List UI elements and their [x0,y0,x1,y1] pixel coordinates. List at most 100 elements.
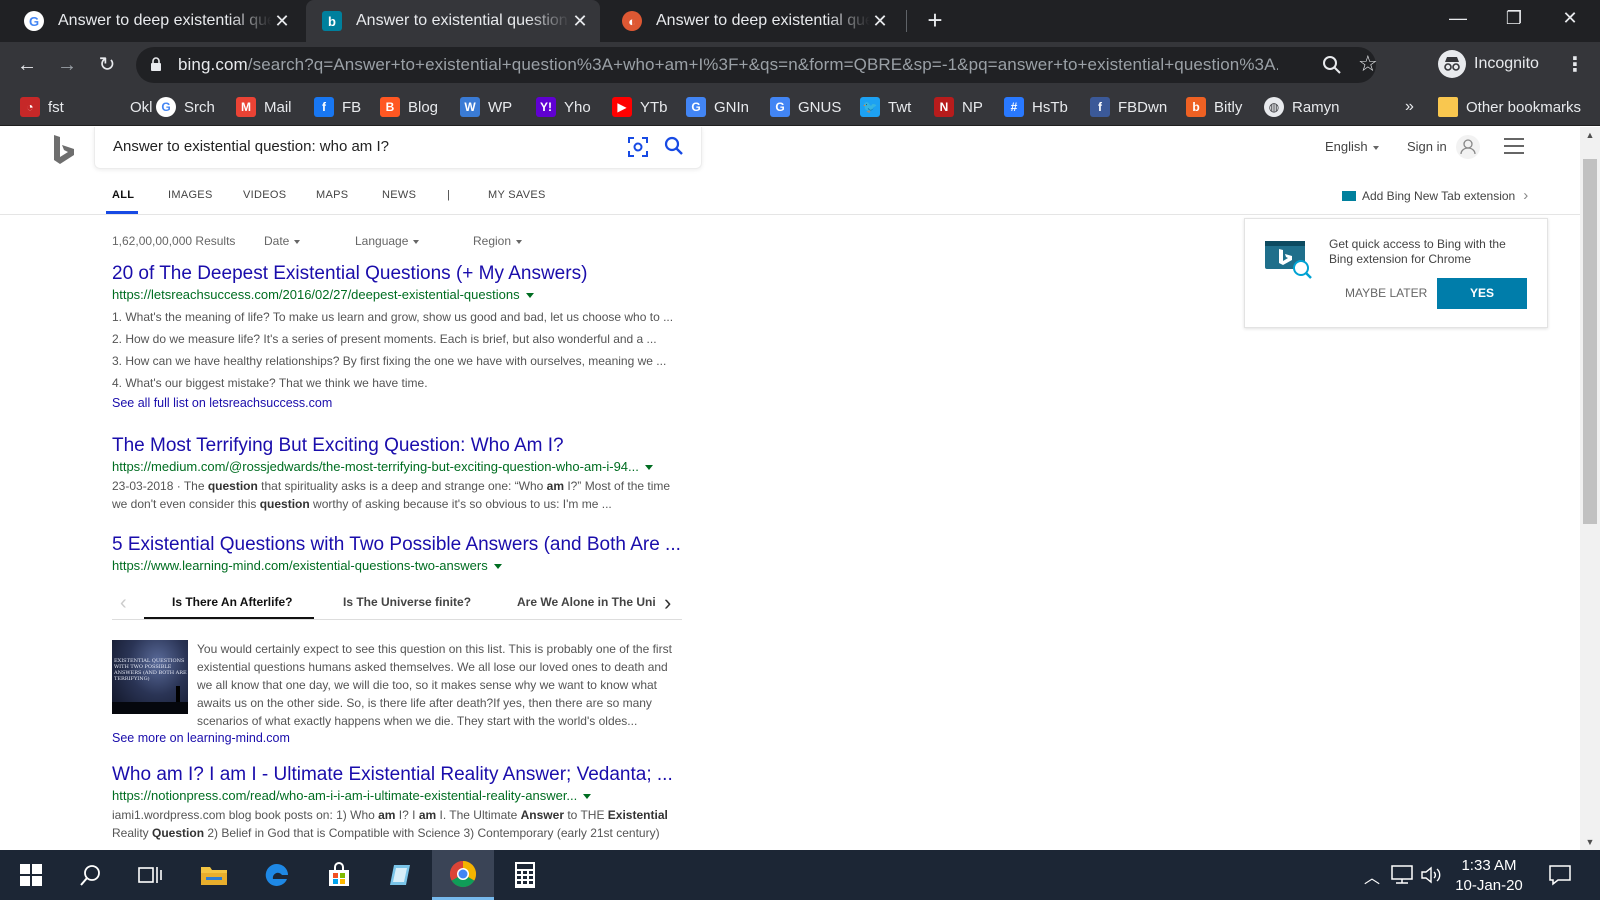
minimize-button[interactable]: — [1430,0,1486,42]
scope-all[interactable]: ALL [112,189,134,201]
hamburger-menu-icon[interactable] [1504,138,1524,159]
other-bookmarks-folder[interactable]: Other bookmarks [1438,96,1581,118]
bookmark-blog[interactable]: B Blog [380,96,438,118]
scroll-down-arrow-icon[interactable]: ▼ [1580,834,1600,850]
search-icon[interactable] [663,135,685,157]
scroll-up-arrow-icon[interactable]: ▲ [1580,127,1600,143]
menu-kebab-icon[interactable]: ⋮ [1560,50,1590,80]
maybe-later-button[interactable]: MAYBE LATER [1345,286,1427,300]
store-button[interactable] [308,850,370,900]
bookmark-mail[interactable]: M Mail [236,96,292,118]
restore-button[interactable]: ❐ [1486,0,1542,42]
bookmark-wp[interactable]: W WP [460,96,512,118]
result-url[interactable]: https://medium.com/@rossjedwards/the-mos… [112,459,653,474]
browser-tab[interactable]: G Answer to deep existential questi ✕ [8,0,302,42]
search-box[interactable]: Answer to existential question: who am I… [94,127,702,169]
system-clock[interactable]: 1:33 AM 10-Jan-20 [1446,856,1532,896]
question-tab[interactable]: Is There An Afterlife? [172,595,292,609]
forward-arrow-icon[interactable]: → [52,50,82,80]
close-tab-icon[interactable]: ✕ [570,11,590,32]
bookmark-np[interactable]: N NP [934,96,983,118]
result-thumbnail-image[interactable]: EXISTENTIAL QUESTIONS WITH TWO POSSIBLE … [112,640,188,714]
result-title-link[interactable]: 5 Existential Questions with Two Possibl… [112,534,681,556]
see-full-list-link[interactable]: See all full list on letsreachsuccess.co… [112,396,332,410]
task-view-icon [138,867,162,883]
address-bar[interactable]: bing.com/search?q=Answer+to+existential+… [136,47,1378,83]
scope-maps[interactable]: MAPS [316,189,348,201]
bing-extension-promo-icon [1265,241,1312,279]
blogger-icon: B [380,97,400,117]
incognito-indicator[interactable]: Incognito [1438,48,1539,80]
result-body-line: awaits us on the other side. So, is ther… [197,696,652,710]
scope-my-saves[interactable]: MY SAVES [488,189,546,201]
close-tab-icon[interactable]: ✕ [272,11,292,32]
bookmark-okl[interactable]: Okl [102,96,153,118]
zoom-search-icon[interactable] [1322,55,1342,75]
result-title-link[interactable]: Who am I? I am I - Ultimate Existential … [112,764,673,786]
close-window-button[interactable]: ✕ [1542,0,1598,42]
bookmark-ytb[interactable]: ▶ YTb [612,96,668,118]
close-tab-icon[interactable]: ✕ [870,11,890,32]
bookmark-fst[interactable]: ◔ fst [20,96,64,118]
task-view-button[interactable] [119,850,181,900]
bing-logo[interactable] [52,133,76,167]
language-filter[interactable]: Language [355,234,420,248]
browser-tab-active[interactable]: b Answer to existential question: w ✕ [306,0,600,42]
chevron-right-icon[interactable]: › [664,590,671,616]
date-filter[interactable]: Date [264,234,301,248]
page-scrollbar[interactable]: ▲ ▼ [1580,127,1600,850]
calculator-button[interactable] [494,850,556,900]
bookmark-fb[interactable]: f FB [314,96,361,118]
language-dropdown[interactable]: English [1325,139,1379,154]
bookmark-yho[interactable]: Y! Yho [536,96,591,118]
result-url[interactable]: https://letsreachsuccess.com/2016/02/27/… [112,287,534,302]
bookmark-srch[interactable]: G Srch [156,96,215,118]
scope-videos[interactable]: VIDEOS [243,189,286,201]
browser-tab[interactable]: ◐ Answer to deep existential questi ✕ [606,0,900,42]
bookmarks-overflow-button[interactable]: » [1405,96,1414,118]
notes-app-button[interactable] [370,850,432,900]
search-button[interactable] [60,850,122,900]
tab-separator [906,10,907,32]
result-title-link[interactable]: The Most Terrifying But Exciting Questio… [112,435,564,457]
bookmark-fbdwn[interactable]: f FBDwn [1090,96,1167,118]
edge-browser-button[interactable] [246,850,308,900]
result-body-line: scenarios of what exactly happens when w… [197,714,638,728]
search-input[interactable]: Answer to existential question: who am I… [113,138,389,155]
bookmark-hstb[interactable]: # HsTb [1004,96,1068,118]
bookmark-ramyn[interactable]: ◍ Ramyn [1264,96,1340,118]
see-more-link[interactable]: See more on learning-mind.com [112,731,290,745]
star-bookmark-icon[interactable]: ☆ [1358,51,1378,77]
new-tab-button[interactable]: + [920,6,950,36]
scrollbar-thumb[interactable] [1583,159,1597,524]
bookmark-gnus[interactable]: G GNUS [770,96,841,118]
chevron-left-icon[interactable]: ‹ [120,592,127,615]
chrome-taskbar-button[interactable] [432,850,494,900]
file-explorer-button[interactable] [183,850,245,900]
bookmark-twt[interactable]: 🐦 Twt [860,96,911,118]
region-filter[interactable]: Region [473,234,523,248]
back-arrow-icon[interactable]: ← [12,50,42,80]
result-url[interactable]: https://notionpress.com/read/who-am-i-i-… [112,788,592,803]
reload-icon[interactable]: ↻ [92,50,122,80]
sign-in-link[interactable]: Sign in [1407,139,1447,154]
result-title-link[interactable]: 20 of The Deepest Existential Questions … [112,263,587,285]
show-hidden-icons-chevron-icon[interactable]: ︿ [1364,864,1380,888]
question-tab[interactable]: Is The Universe finite? [343,595,471,609]
action-center-icon[interactable] [1548,864,1572,886]
yes-button[interactable]: YES [1437,278,1527,309]
volume-icon[interactable] [1420,865,1444,885]
gmail-icon: M [236,97,256,117]
visual-search-icon[interactable] [627,136,649,158]
bookmark-gnin[interactable]: G GNIn [686,96,749,118]
start-button[interactable] [0,850,62,900]
user-avatar-icon[interactable] [1455,134,1481,160]
result-url[interactable]: https://www.learning-mind.com/existentia… [112,558,502,573]
scope-news[interactable]: NEWS [382,189,416,201]
network-icon[interactable] [1390,865,1414,885]
scope-images[interactable]: IMAGES [168,189,213,201]
bookmark-bitly[interactable]: b Bitly [1186,96,1242,118]
bing-extension-link[interactable]: Add Bing New Tab extension › [1342,187,1528,204]
result-list-item: 1. What's the meaning of life? To make u… [112,310,674,324]
question-tab[interactable]: Are We Alone in The Univ [517,595,655,609]
